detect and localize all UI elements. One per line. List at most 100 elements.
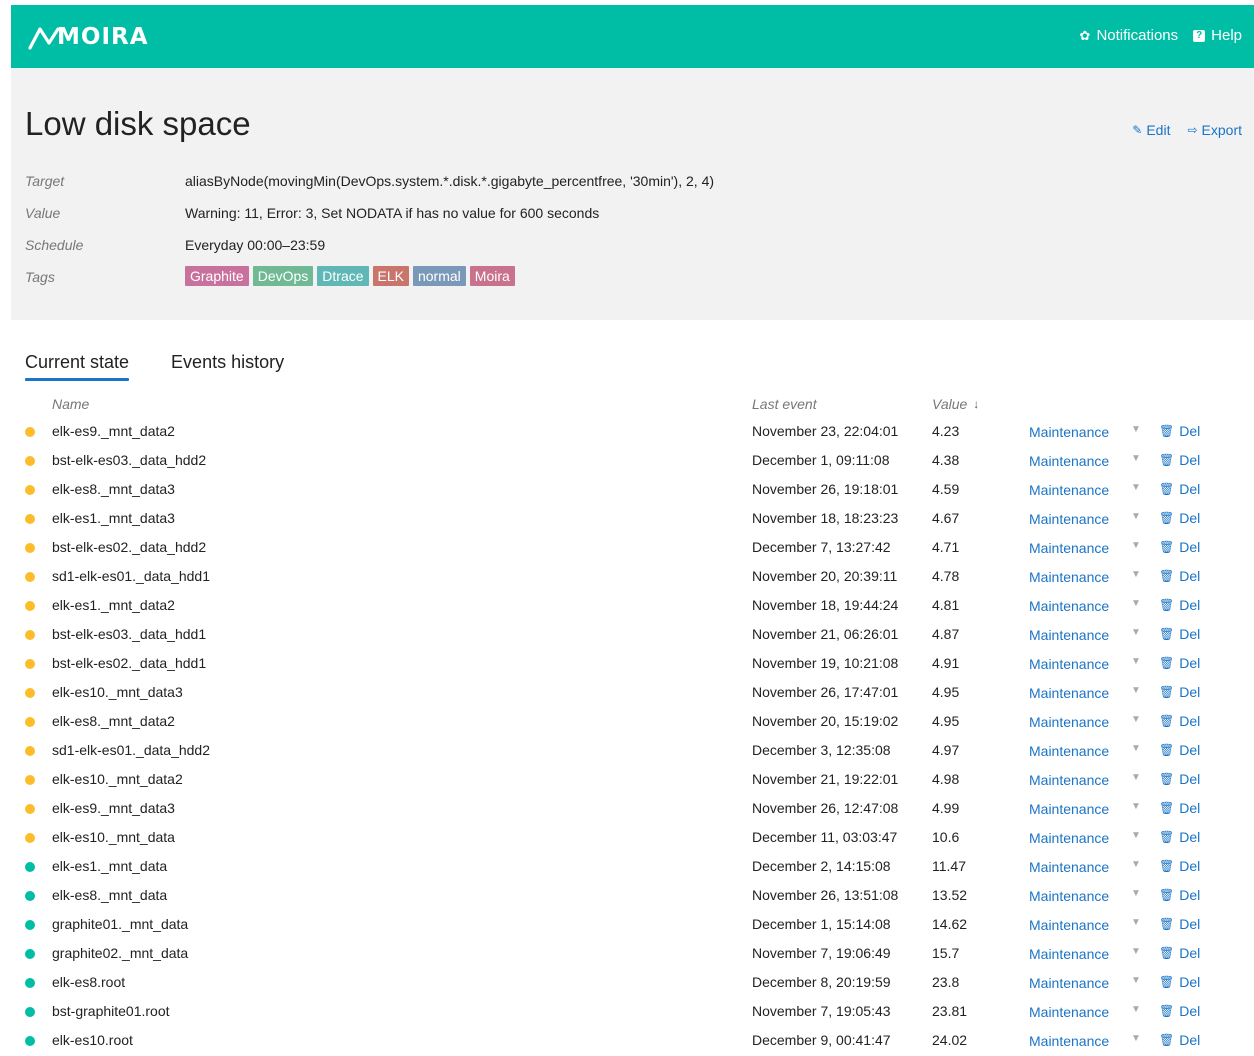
- maintenance-button[interactable]: Maintenance: [1029, 975, 1109, 991]
- maintenance-button[interactable]: Maintenance: [1029, 917, 1109, 933]
- table-row: elk-es1._mnt_data December 2, 14:15:08 11.…: [0, 853, 1254, 882]
- delete-button[interactable]: 🗑 Del: [1159, 655, 1200, 671]
- metric-name: sd1-elk-es01._data_hdd1: [52, 568, 211, 584]
- trash-icon: 🗑: [1159, 801, 1175, 815]
- maintenance-dropdown-icon[interactable]: ▼: [1131, 859, 1141, 870]
- maintenance-dropdown-icon[interactable]: ▼: [1131, 598, 1141, 609]
- maintenance-button[interactable]: Maintenance: [1029, 1004, 1109, 1020]
- tag-devops[interactable]: DevOps: [252, 266, 314, 286]
- help-link[interactable]: ? Help: [1193, 27, 1242, 44]
- maintenance-dropdown-icon[interactable]: ▼: [1131, 772, 1141, 783]
- delete-button[interactable]: 🗑 Del: [1159, 684, 1200, 700]
- delete-label: Del: [1179, 452, 1201, 468]
- delete-button[interactable]: 🗑 Del: [1159, 1032, 1200, 1048]
- delete-button[interactable]: 🗑 Del: [1159, 742, 1200, 758]
- maintenance-dropdown-icon[interactable]: ▼: [1131, 888, 1141, 899]
- maintenance-dropdown-icon[interactable]: ▼: [1131, 1033, 1141, 1044]
- delete-button[interactable]: 🗑 Del: [1159, 771, 1200, 787]
- maintenance-dropdown-icon[interactable]: ▼: [1131, 424, 1141, 435]
- edit-button[interactable]: ✎ Edit: [1132, 122, 1170, 138]
- maintenance-button[interactable]: Maintenance: [1029, 1033, 1109, 1049]
- maintenance-button[interactable]: Maintenance: [1029, 424, 1109, 440]
- delete-button[interactable]: 🗑 Del: [1159, 916, 1200, 932]
- maintenance-button[interactable]: Maintenance: [1029, 801, 1109, 817]
- delete-label: Del: [1179, 684, 1201, 700]
- maintenance-dropdown-icon[interactable]: ▼: [1131, 511, 1141, 522]
- delete-button[interactable]: 🗑 Del: [1159, 452, 1200, 468]
- maintenance-dropdown-icon[interactable]: ▼: [1131, 801, 1141, 812]
- metric-name: sd1-elk-es01._data_hdd2: [52, 742, 211, 758]
- delete-label: Del: [1179, 481, 1201, 497]
- delete-button[interactable]: 🗑 Del: [1159, 829, 1200, 845]
- delete-button[interactable]: 🗑 Del: [1159, 858, 1200, 874]
- maintenance-dropdown-icon[interactable]: ▼: [1131, 1004, 1141, 1015]
- delete-button[interactable]: 🗑 Del: [1159, 539, 1200, 555]
- column-header-last-event[interactable]: Last event: [752, 396, 817, 412]
- tag-dtrace[interactable]: Dtrace: [317, 266, 369, 286]
- status-dot: [25, 456, 35, 466]
- maintenance-button[interactable]: Maintenance: [1029, 598, 1109, 614]
- delete-button[interactable]: 🗑 Del: [1159, 481, 1200, 497]
- tab-current-state[interactable]: Current state: [25, 352, 130, 381]
- maintenance-button[interactable]: Maintenance: [1029, 830, 1109, 846]
- delete-button[interactable]: 🗑 Del: [1159, 887, 1200, 903]
- trash-icon: 🗑: [1159, 656, 1175, 670]
- tag-moira[interactable]: Moira: [469, 266, 515, 286]
- delete-button[interactable]: 🗑 Del: [1159, 510, 1200, 526]
- status-dot: [25, 1007, 35, 1017]
- maintenance-button[interactable]: Maintenance: [1029, 569, 1109, 585]
- maintenance-button[interactable]: Maintenance: [1029, 685, 1109, 701]
- maintenance-button[interactable]: Maintenance: [1029, 743, 1109, 759]
- tag-elk[interactable]: ELK: [372, 266, 409, 286]
- maintenance-dropdown-icon[interactable]: ▼: [1131, 482, 1141, 493]
- maintenance-dropdown-icon[interactable]: ▼: [1131, 453, 1141, 464]
- delete-button[interactable]: 🗑 Del: [1159, 568, 1200, 584]
- maintenance-dropdown-icon[interactable]: ▼: [1131, 946, 1141, 957]
- maintenance-button[interactable]: Maintenance: [1029, 888, 1109, 904]
- status-dot: [25, 717, 35, 727]
- delete-button[interactable]: 🗑 Del: [1159, 800, 1200, 816]
- maintenance-dropdown-icon[interactable]: ▼: [1131, 975, 1141, 986]
- maintenance-button[interactable]: Maintenance: [1029, 453, 1109, 469]
- notifications-link[interactable]: ✿ Notifications: [1080, 27, 1179, 44]
- maintenance-button[interactable]: Maintenance: [1029, 482, 1109, 498]
- column-header-name[interactable]: Name: [52, 396, 89, 412]
- maintenance-dropdown-icon[interactable]: ▼: [1131, 743, 1141, 754]
- delete-button[interactable]: 🗑 Del: [1159, 423, 1200, 439]
- table-row: elk-es10._mnt_data3 November 26, 17:47:01…: [0, 679, 1254, 708]
- maintenance-dropdown-icon[interactable]: ▼: [1131, 627, 1141, 638]
- target-label: Target: [25, 173, 65, 189]
- delete-button[interactable]: 🗑 Del: [1159, 1003, 1200, 1019]
- maintenance-dropdown-icon[interactable]: ▼: [1131, 714, 1141, 725]
- maintenance-dropdown-icon[interactable]: ▼: [1131, 540, 1141, 551]
- maintenance-dropdown-icon[interactable]: ▼: [1131, 917, 1141, 928]
- maintenance-button[interactable]: Maintenance: [1029, 511, 1109, 527]
- delete-label: Del: [1179, 742, 1201, 758]
- maintenance-button[interactable]: Maintenance: [1029, 714, 1109, 730]
- maintenance-dropdown-icon[interactable]: ▼: [1131, 830, 1141, 841]
- delete-label: Del: [1179, 916, 1201, 932]
- column-header-value[interactable]: Value ↓: [932, 396, 979, 412]
- tag-graphite[interactable]: Graphite: [185, 266, 249, 286]
- tab-events-history[interactable]: Events history: [171, 352, 284, 381]
- delete-button[interactable]: 🗑 Del: [1159, 626, 1200, 642]
- delete-button[interactable]: 🗑 Del: [1159, 974, 1200, 990]
- maintenance-button[interactable]: Maintenance: [1029, 656, 1109, 672]
- maintenance-dropdown-icon[interactable]: ▼: [1131, 685, 1141, 696]
- trash-icon: 🗑: [1159, 598, 1175, 612]
- maintenance-button[interactable]: Maintenance: [1029, 946, 1109, 962]
- export-button[interactable]: ⇨ Export: [1187, 122, 1242, 138]
- delete-button[interactable]: 🗑 Del: [1159, 713, 1200, 729]
- maintenance-dropdown-icon[interactable]: ▼: [1131, 569, 1141, 580]
- moira-logo[interactable]: MOIRA: [27, 23, 149, 51]
- maintenance-button[interactable]: Maintenance: [1029, 772, 1109, 788]
- delete-button[interactable]: 🗑 Del: [1159, 945, 1200, 961]
- delete-button[interactable]: 🗑 Del: [1159, 597, 1200, 613]
- maintenance-dropdown-icon[interactable]: ▼: [1131, 656, 1141, 667]
- tag-normal[interactable]: normal: [412, 266, 466, 286]
- maintenance-button[interactable]: Maintenance: [1029, 540, 1109, 556]
- trash-icon: 🗑: [1159, 975, 1175, 989]
- maintenance-button[interactable]: Maintenance: [1029, 627, 1109, 643]
- status-dot: [25, 514, 35, 524]
- maintenance-button[interactable]: Maintenance: [1029, 859, 1109, 875]
